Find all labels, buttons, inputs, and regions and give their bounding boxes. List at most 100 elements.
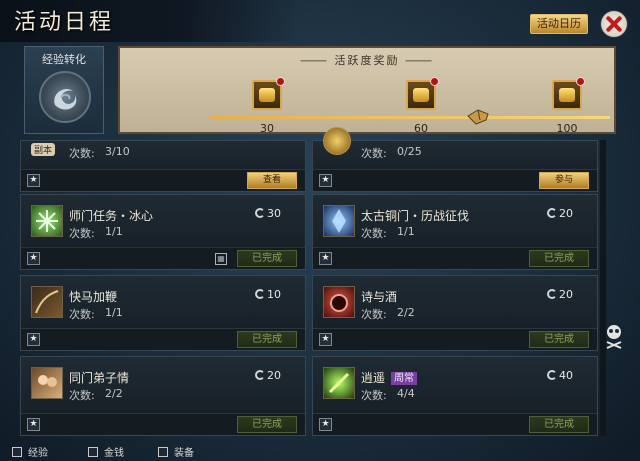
reward-progress-track [210, 116, 610, 119]
green-spirit-icon [323, 367, 355, 399]
favorite-star-icon[interactable]: ★ [27, 174, 40, 187]
list-scrollbar[interactable] [600, 140, 606, 436]
filter-bar: 经验 金钱 装备 [12, 444, 612, 460]
points-value: 30 [267, 207, 281, 220]
count-label: 次数: [69, 227, 95, 240]
completed-button: 已完成 [529, 250, 589, 267]
gold-icon [323, 127, 351, 155]
favorite-star-icon[interactable]: ★ [319, 418, 332, 431]
favorite-star-icon[interactable]: ★ [27, 333, 40, 346]
activity-points-icon [547, 370, 557, 380]
points-value: 20 [559, 288, 573, 301]
count-label: 次数: [69, 147, 95, 160]
calendar-icon[interactable]: ▦ [215, 253, 227, 265]
close-icon[interactable] [598, 8, 630, 40]
checkbox-icon[interactable] [12, 447, 22, 457]
count-label: 次数: [361, 147, 387, 160]
weekly-tag: 周常 [391, 372, 418, 385]
activity-points-icon [255, 370, 265, 380]
snowflake-icon [31, 205, 63, 237]
milestone-value: 30 [260, 122, 274, 134]
card-footer: ★ 已完成 [313, 247, 597, 269]
favorite-star-icon[interactable]: ★ [27, 418, 40, 431]
skull-icon[interactable] [604, 322, 624, 350]
filter-equipment[interactable]: 装备 [158, 444, 194, 459]
exp-conversion-label: 经验转化 [42, 53, 86, 66]
notification-dot [576, 77, 585, 86]
activity-points-icon [255, 208, 265, 218]
swirl-emblem-icon [39, 71, 91, 123]
activity-list[interactable]: 副本 次数: 3/10 ★ 查看 次数: 0/25 ★ 参与 师门任务・冰心 次… [20, 127, 598, 436]
activity-count: 4/4 [397, 387, 415, 400]
exp-conversion-panel[interactable]: 经验转化 [24, 46, 104, 134]
activity-card[interactable]: 同门弟子情 次数: 2/2 20 ★ 已完成 [20, 356, 306, 436]
milestone-value: 100 [556, 122, 578, 134]
card-footer: ★ 查看 [21, 169, 305, 191]
activity-name: 太古铜门・历战征伐 [361, 209, 470, 223]
favorite-star-icon[interactable]: ★ [27, 252, 40, 265]
activity-card[interactable]: 师门任务・冰心 次数: 1/1 30 ★ ▦ 已完成 [20, 194, 306, 270]
favorite-star-icon[interactable]: ★ [319, 252, 332, 265]
activity-points: 20 [547, 207, 573, 220]
wine-icon [323, 286, 355, 318]
activity-points: 10 [255, 288, 281, 301]
activity-points: 40 [547, 369, 573, 382]
whip-icon [31, 286, 63, 318]
points-value: 10 [267, 288, 281, 301]
checkbox-icon[interactable] [158, 447, 168, 457]
completed-button: 已完成 [529, 331, 589, 348]
card-footer: ★ 已完成 [21, 413, 305, 435]
activity-card[interactable]: 次数: 0/25 ★ 参与 [312, 127, 598, 192]
activity-card[interactable]: 副本 次数: 3/10 ★ 查看 [20, 140, 306, 192]
activity-count: 1/1 [105, 225, 123, 238]
filter-label: 经验 [28, 448, 48, 459]
filter-label: 装备 [174, 448, 194, 459]
pointer-hand-icon [467, 109, 489, 125]
activity-count: 0/25 [397, 145, 422, 158]
activity-card[interactable]: 诗与酒 次数: 2/2 20 ★ 已完成 [312, 275, 598, 351]
activity-reward-panel: ⸻ 活跃度奖励 ⸻ 30 60 100 [118, 46, 616, 134]
activity-count: 2/2 [105, 387, 123, 400]
activity-window: 活动日程 活动日历 经验转化 ⸻ 活跃度奖励 ⸻ 30 60 100 副本 次数… [0, 0, 640, 461]
join-button[interactable]: 参与 [539, 172, 589, 189]
completed-button: 已完成 [237, 331, 297, 348]
gold-chest-icon[interactable] [252, 77, 285, 110]
points-value: 20 [559, 207, 573, 220]
dungeon-tag: 副本 [31, 143, 56, 156]
activity-points: 20 [547, 288, 573, 301]
gold-chest-icon[interactable] [406, 77, 439, 110]
notification-dot [276, 77, 285, 86]
activity-card[interactable]: 太古铜门・历战征伐 次数: 1/1 20 ★ 已完成 [312, 194, 598, 270]
activity-points-icon [255, 289, 265, 299]
filter-exp[interactable]: 经验 [12, 444, 48, 459]
reward-title: ⸻ 活跃度奖励 ⸻ [299, 54, 435, 67]
activity-calendar-button[interactable]: 活动日历 [530, 14, 588, 34]
blue-crystal-icon [323, 205, 355, 237]
activity-name-text: 逍遥 [361, 371, 386, 385]
window-title: 活动日程 [14, 10, 115, 35]
count-label: 次数: [69, 389, 95, 402]
count-label: 次数: [361, 389, 387, 402]
disciples-icon [31, 367, 63, 399]
points-value: 20 [267, 369, 281, 382]
filter-money[interactable]: 金钱 [88, 444, 124, 459]
filter-label: 金钱 [104, 448, 124, 459]
checkbox-icon[interactable] [88, 447, 98, 457]
completed-button: 已完成 [237, 250, 297, 267]
card-footer: ★ 已完成 [313, 413, 597, 435]
completed-button: 已完成 [529, 416, 589, 433]
activity-count: 2/2 [397, 306, 415, 319]
favorite-star-icon[interactable]: ★ [319, 333, 332, 346]
milestone-value: 60 [414, 122, 428, 134]
activity-count: 3/10 [105, 145, 130, 158]
activity-points: 20 [255, 369, 281, 382]
card-footer: ★ 参与 [313, 169, 597, 191]
card-footer: ★ 已完成 [21, 328, 305, 350]
activity-card[interactable]: 逍遥 周常 次数: 4/4 40 ★ 已完成 [312, 356, 598, 436]
activity-name: 同门弟子情 [69, 371, 130, 385]
activity-card[interactable]: 快马加鞭 次数: 1/1 10 ★ 已完成 [20, 275, 306, 351]
gold-chest-icon[interactable] [552, 77, 585, 110]
favorite-star-icon[interactable]: ★ [319, 174, 332, 187]
view-button[interactable]: 查看 [247, 172, 297, 189]
activity-name: 师门任务・冰心 [69, 209, 154, 223]
